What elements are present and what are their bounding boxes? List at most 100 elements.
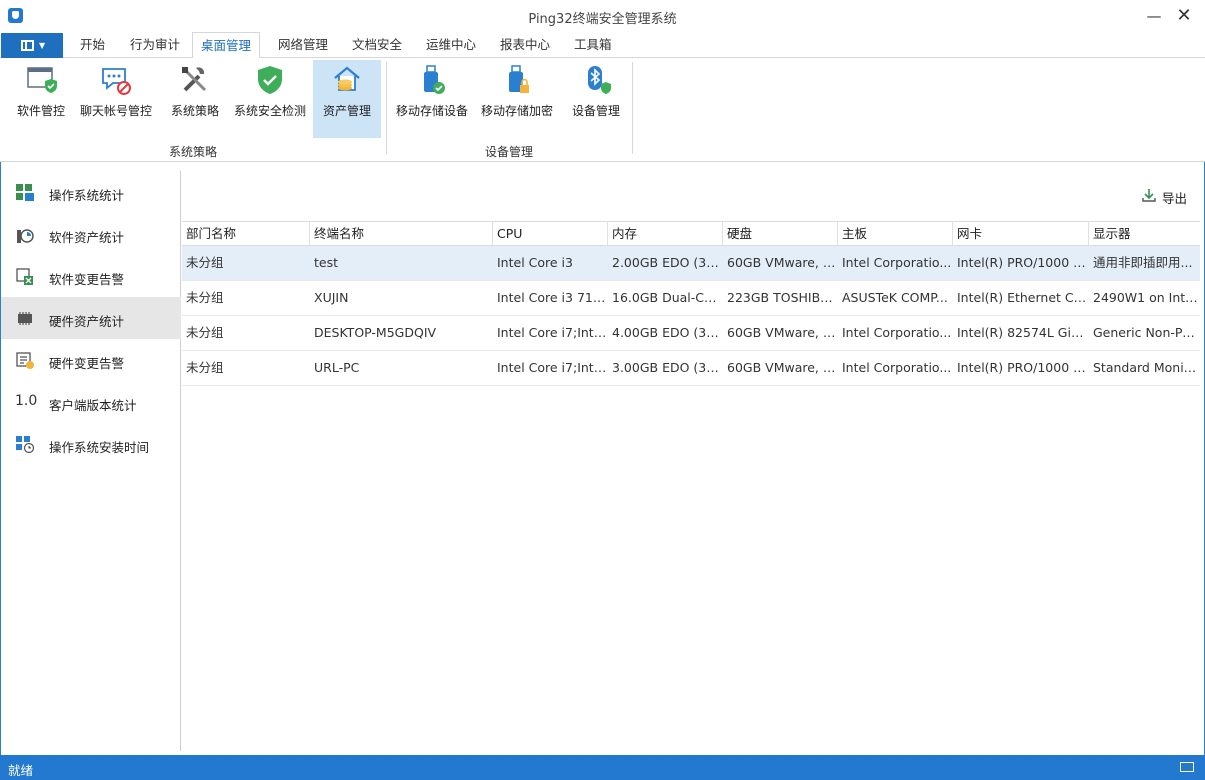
sidebar-item-os-install-time[interactable]: 操作系统安装时间 [1, 423, 181, 465]
cell-memory: 4.00GB EDO (3-3-... [612, 325, 723, 340]
table-row[interactable]: 未分组 XUJIN Intel Core i3 7100 16.0GB Dual… [182, 281, 1200, 316]
ribbon-group-separator [386, 62, 387, 154]
ribbon-label: 聊天帐号管控 [79, 104, 152, 118]
cell-terminal: URL-PC [314, 360, 360, 375]
ribbon-label: 移动存储加密 [480, 104, 553, 118]
cell-nic: Intel(R) PRO/1000 M... [957, 360, 1089, 375]
cell-nic: Intel(R) 82574L Giga... [957, 325, 1089, 340]
tab-desktop-management[interactable]: 桌面管理 [192, 32, 261, 59]
tab-document-security[interactable]: 文档安全 [344, 32, 410, 58]
ribbon-label: 移动存储设备 [395, 104, 468, 118]
status-bar: 就绪 [0, 755, 1205, 780]
caret-down-icon: ▼ [39, 41, 46, 50]
tools-icon [182, 67, 207, 92]
sidebar-item-label: 硬件资产统计 [49, 314, 125, 329]
sidebar-item-client-version[interactable]: 1.0 客户端版本统计 [1, 381, 181, 423]
cell-memory: 16.0GB Dual-Cha... [612, 290, 723, 305]
window-title: Ping32终端安全管理系统 [528, 12, 677, 27]
table-row[interactable]: 未分组 URL-PC Intel Core i7;Intel... 3.00GB… [182, 351, 1200, 386]
ribbon-label: 系统策略 [170, 104, 219, 118]
tab-network-management[interactable]: 网络管理 [270, 32, 336, 58]
cell-cpu: Intel Core i7;Intel... [497, 325, 608, 340]
system-policy-button[interactable]: 系统策略 [166, 60, 224, 138]
ribbon-label: 软件管控 [16, 104, 65, 118]
cell-disk: 60GB VMware, V... [727, 325, 838, 340]
sidebar-item-label: 软件资产统计 [49, 230, 125, 245]
export-label: 导出 [1162, 191, 1188, 206]
sidebar-item-hardware-change-alert[interactable]: 硬件变更告警 [1, 339, 181, 381]
ribbon-group-separator [632, 62, 633, 154]
column-header-memory[interactable]: 内存 [608, 222, 723, 246]
cell-cpu: Intel Core i3 [497, 255, 573, 270]
table-row[interactable]: 未分组 DESKTOP-M5GDQIV Intel Core i7;Intel.… [182, 316, 1200, 351]
cell-memory: 2.00GB EDO (3-3-... [612, 255, 723, 270]
cell-disk: 60GB VMware, V... [727, 255, 838, 270]
asset-management-button[interactable]: 资产管理 [313, 60, 381, 138]
column-header-motherboard[interactable]: 主板 [838, 222, 953, 246]
sidebar-item-label: 客户端版本统计 [49, 398, 137, 413]
table-row[interactable]: 未分组 test Intel Core i3 2.00GB EDO (3-3-.… [182, 246, 1200, 281]
hardware-chip-icon [18, 312, 32, 325]
tab-report-center[interactable]: 报表中心 [492, 32, 558, 58]
menu-bar: ▼ 开始 行为审计 桌面管理 网络管理 文档安全 运维中心 报表中心 工具箱 [0, 32, 1205, 59]
device-management-button[interactable]: 设备管理 [566, 60, 626, 138]
cell-monitor: 2490W1 on Intel... [1093, 290, 1200, 305]
tab-behavior-audit[interactable]: 行为审计 [122, 32, 188, 58]
cell-department: 未分组 [186, 255, 224, 270]
chat-account-block-icon [102, 68, 131, 95]
software-asset-icon [17, 229, 34, 243]
cell-monitor: 通用非即插即用... [1093, 255, 1193, 270]
column-header-disk[interactable]: 硬盘 [723, 222, 838, 246]
cell-cpu: Intel Core i3 7100 [497, 290, 608, 305]
app-menu-icon [21, 40, 34, 51]
removable-storage-encrypt-button[interactable]: 移动存储加密 [476, 60, 558, 138]
chat-account-control-button[interactable]: 聊天帐号管控 [76, 60, 156, 138]
bluetooth-device-icon [588, 66, 611, 94]
cell-motherboard: Intel Corporatio... [842, 255, 952, 270]
asset-house-coins-icon [334, 66, 360, 91]
sidebar-item-label: 硬件变更告警 [49, 356, 125, 371]
cell-nic: Intel(R) PRO/1000 M... [957, 255, 1089, 270]
cell-nic: Intel(R) Ethernet Con... [957, 290, 1089, 305]
cell-department: 未分组 [186, 290, 224, 305]
cell-cpu: Intel Core i7;Intel... [497, 360, 608, 375]
removable-storage-button[interactable]: 移动存储设备 [392, 60, 472, 138]
shield-check-icon [258, 66, 282, 94]
cell-disk: 223GB TOSHIBA... [727, 290, 838, 305]
cell-terminal: DESKTOP-M5GDQIV [314, 325, 437, 340]
title-bar: Ping32终端安全管理系统 — ✕ [0, 0, 1205, 32]
sidebar-item-label: 操作系统统计 [49, 188, 125, 203]
software-control-button[interactable]: 软件管控 [10, 60, 72, 138]
usb-check-icon [424, 65, 445, 94]
software-control-icon [27, 67, 57, 93]
system-security-check-button[interactable]: 系统安全检测 [230, 60, 310, 138]
column-header-nic[interactable]: 网卡 [953, 222, 1089, 246]
ribbon-label: 设备管理 [571, 104, 620, 118]
tab-toolbox[interactable]: 工具箱 [566, 32, 620, 58]
cell-department: 未分组 [186, 325, 224, 340]
os-install-time-icon [16, 436, 34, 453]
column-header-cpu[interactable]: CPU [493, 222, 608, 246]
sidebar-item-software-asset[interactable]: 软件资产统计 [1, 213, 181, 255]
sidebar-item-software-change-alert[interactable]: 软件变更告警 [1, 255, 181, 297]
cell-terminal: XUJIN [314, 290, 349, 305]
app-menu-button[interactable]: ▼ [1, 33, 63, 58]
ribbon-label: 资产管理 [322, 104, 371, 118]
column-header-department[interactable]: 部门名称 [182, 222, 310, 246]
tab-ops-center[interactable]: 运维中心 [418, 32, 484, 58]
sidebar-item-label: 软件变更告警 [49, 272, 125, 287]
column-header-monitor[interactable]: 显示器 [1089, 222, 1200, 246]
status-text: 就绪 [8, 763, 34, 778]
sidebar-item-os-stats[interactable]: 操作系统统计 [1, 171, 181, 213]
minimize-button[interactable]: — [1144, 6, 1164, 26]
download-icon [1142, 189, 1156, 202]
column-header-terminal[interactable]: 终端名称 [310, 222, 493, 246]
cell-memory: 3.00GB EDO (3-3-... [612, 360, 723, 375]
sidebar-item-hardware-asset[interactable]: 硬件资产统计 [1, 297, 181, 339]
cell-monitor: Generic Non-Pn... [1093, 325, 1200, 340]
close-button[interactable]: ✕ [1174, 6, 1194, 26]
tab-start[interactable]: 开始 [72, 32, 113, 58]
version-icon: 1.0 [15, 393, 38, 409]
sidebar-item-label: 操作系统安装时间 [49, 440, 150, 455]
main-panel: 导出 部门名称 终端名称 CPU 内存 硬盘 主板 网卡 显示器 未分组 tes… [182, 171, 1202, 751]
